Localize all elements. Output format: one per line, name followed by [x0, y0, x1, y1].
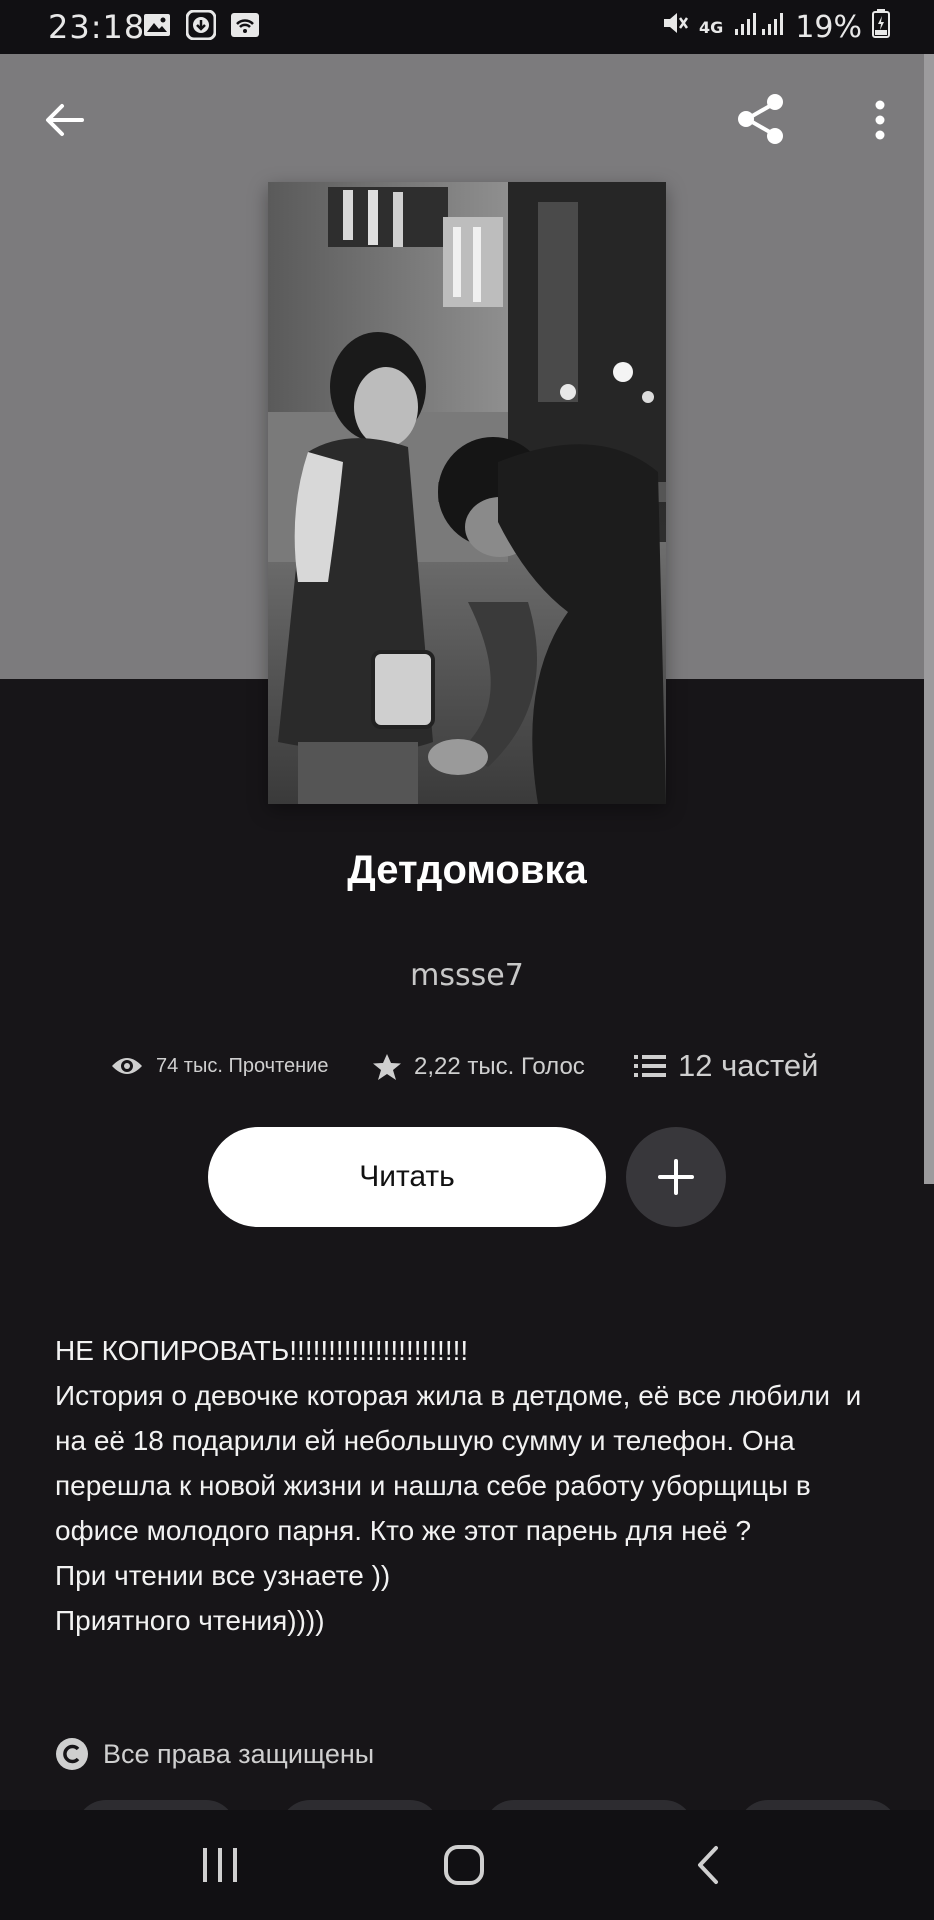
scrollbar[interactable] — [924, 54, 934, 1184]
star-icon — [373, 1054, 401, 1080]
signal-icon — [733, 10, 785, 45]
plus-icon — [658, 1159, 694, 1195]
list-icon — [634, 1055, 666, 1077]
author-link[interactable]: mssse7 — [0, 958, 934, 993]
copyright-text: Все права защищены — [103, 1738, 375, 1769]
network-type: 4G — [699, 17, 724, 37]
mute-icon — [661, 9, 689, 45]
chevron-left-icon — [698, 1846, 718, 1884]
arrow-left-icon — [46, 104, 84, 136]
parts-count: 12 частей — [678, 1048, 819, 1083]
download-icon — [186, 10, 216, 40]
share-button[interactable] — [728, 86, 794, 152]
read-button[interactable]: Читать — [208, 1127, 606, 1227]
recent-apps-icon — [203, 1848, 237, 1882]
status-bar: 23:18 4G 19% — [0, 0, 934, 54]
wifi-icon — [230, 10, 260, 40]
gallery-icon — [142, 10, 172, 40]
back-nav-button[interactable] — [648, 1810, 768, 1920]
story-description: НЕ КОПИРОВАТЬ!!!!!!!!!!!!!!!!!!!!!!! Ист… — [55, 1328, 885, 1643]
votes-stat: 2,22 тыс. Голос — [372, 1052, 585, 1082]
copyright-icon — [56, 1738, 88, 1770]
battery-charging-icon — [872, 8, 890, 46]
reads-stat: 74 тыс. Прочтение — [110, 1054, 328, 1078]
system-nav-bar — [0, 1810, 934, 1920]
description-line: Приятного чтения)))) — [55, 1605, 325, 1636]
story-cover-image[interactable] — [268, 182, 666, 804]
story-stats: 74 тыс. Прочтение 2,22 тыс. Голос 12 час… — [0, 1048, 934, 1098]
votes-count: 2,22 тыс. Голос — [414, 1053, 585, 1080]
back-button[interactable] — [36, 92, 92, 148]
story-title: Детдомовка — [347, 848, 587, 892]
more-vertical-icon — [875, 100, 885, 140]
description-line: НЕ КОПИРОВАТЬ!!!!!!!!!!!!!!!!!!!!!!! — [55, 1335, 469, 1366]
eye-icon — [112, 1058, 142, 1074]
home-button[interactable] — [404, 1810, 524, 1920]
parts-stat[interactable]: 12 частей — [634, 1048, 818, 1084]
battery-percent: 19% — [795, 9, 862, 45]
copyright-notice: Все права защищены — [55, 1737, 374, 1771]
add-to-library-button[interactable] — [626, 1127, 726, 1227]
recent-apps-button[interactable] — [160, 1810, 280, 1920]
reads-count: 74 тыс. Прочтение — [156, 1054, 329, 1077]
share-icon — [738, 94, 783, 144]
description-line: История о девочке которая жила в детдоме… — [55, 1380, 870, 1546]
home-icon — [444, 1845, 484, 1885]
description-line: При чтении все узнаете )) — [55, 1560, 391, 1591]
status-time: 23:18 — [48, 8, 146, 46]
more-button[interactable] — [852, 92, 908, 148]
